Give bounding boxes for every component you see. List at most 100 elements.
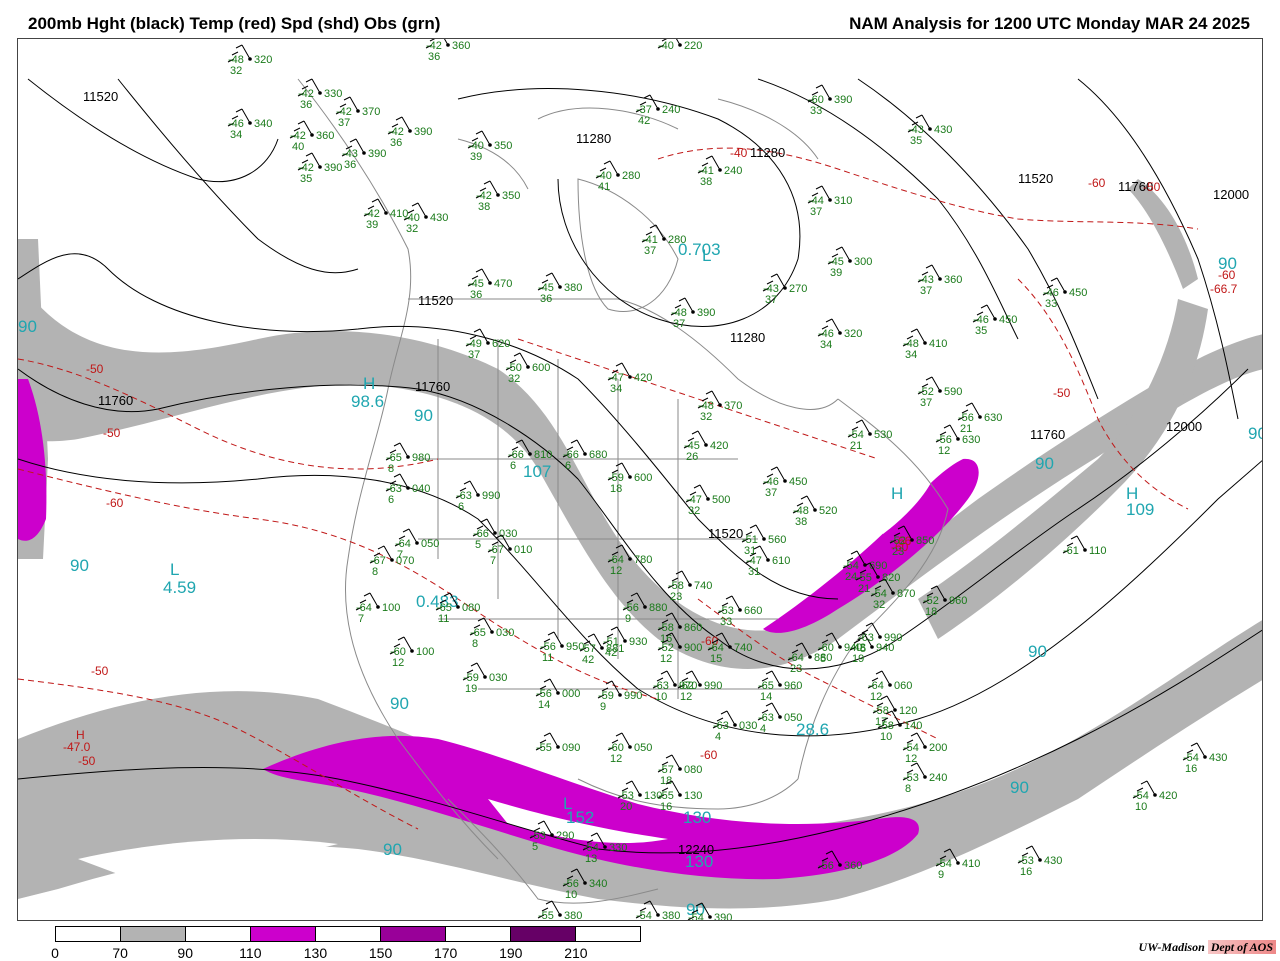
obs-dewpoint-depression: 12 <box>610 753 622 765</box>
obs-height: 960 <box>784 680 802 692</box>
temperature-label: -60 <box>106 496 124 510</box>
obs-dewpoint-depression: 23 <box>670 591 682 603</box>
station-plot: -47 50032 <box>685 484 730 517</box>
obs-dewpoint-depression: 23 <box>892 546 904 558</box>
obs-height: 500 <box>712 494 730 506</box>
obs-height: 960 <box>949 595 967 607</box>
obs-height: 030 <box>739 720 757 732</box>
obs-dewpoint-depression: 38 <box>478 201 490 213</box>
obs-dewpoint-depression: 19 <box>465 683 477 695</box>
obs-height: 310 <box>834 195 852 207</box>
height-label: 11280 <box>750 145 785 160</box>
station-plot: -41 24038 <box>697 155 742 188</box>
station-plot: -57 08018 <box>657 754 702 787</box>
station-plot: -59 60018 <box>607 462 652 495</box>
obs-height: 470 <box>494 278 512 290</box>
obs-height: 530 <box>874 429 892 441</box>
obs-height: 390 <box>414 126 432 138</box>
colorbar-tick-label: 190 <box>499 945 523 961</box>
obs-height: 860 <box>684 622 702 634</box>
station-plot: -37 24042 <box>635 94 680 127</box>
obs-height: 140 <box>904 720 922 732</box>
obs-height: 980 <box>412 452 430 464</box>
obs-dewpoint-depression: 39 <box>830 267 842 279</box>
obs-height: 030 <box>489 672 507 684</box>
station-plot: -46 32034 <box>817 318 862 351</box>
height-label: 11760 <box>1030 427 1065 442</box>
station-plot: -48 32032 <box>227 44 272 77</box>
station-plot: -63 0406 <box>385 473 430 506</box>
obs-height: 360 <box>944 274 962 286</box>
station-plot: -64 06012 <box>867 670 912 703</box>
station-plot: -43 27037 <box>762 273 807 306</box>
credit-label: UW-Madison Dept of AOS <box>1139 940 1276 955</box>
obs-dewpoint-depression: 8 <box>472 638 478 650</box>
colorbar-tick-label: 0 <box>51 945 59 961</box>
colorbar-segment <box>186 927 251 941</box>
obs-dewpoint-depression: 18 <box>610 483 622 495</box>
station-plot: -40 43032 <box>403 202 448 235</box>
obs-height: 040 <box>412 483 430 495</box>
obs-height: 780 <box>634 554 652 566</box>
speed-colorbar <box>55 926 641 942</box>
obs-height: 270 <box>789 283 807 295</box>
obs-height: 560 <box>768 534 786 546</box>
obs-height: 050 <box>634 742 652 754</box>
colorbar-tick-label: 110 <box>239 945 262 961</box>
obs-dewpoint-depression: 5 <box>820 653 826 665</box>
obs-height: 080 <box>684 764 702 776</box>
obs-height: 740 <box>694 580 712 592</box>
obs-height: 370 <box>362 106 380 118</box>
obs-temperature: -40 <box>658 40 674 52</box>
speed-label: 90 <box>1010 778 1029 797</box>
obs-height: 450 <box>999 314 1017 326</box>
speed-label: 130 <box>685 852 713 871</box>
obs-height: 520 <box>819 505 837 517</box>
obs-height: 130 <box>644 790 662 802</box>
station-plot: -42 35038 <box>475 180 520 213</box>
station-plot: -63 0304 <box>712 710 757 743</box>
obs-height: 620 <box>492 338 510 350</box>
height-label: 12000 <box>1213 187 1249 202</box>
obs-height: 060 <box>894 680 912 692</box>
obs-height: 000 <box>562 688 580 700</box>
obs-height: 450 <box>1069 287 1087 299</box>
colorbar-segment <box>121 927 186 941</box>
obs-height: 220 <box>684 40 702 52</box>
obs-height: 340 <box>589 878 607 890</box>
temperature-label: -50 <box>1053 386 1071 400</box>
obs-dewpoint-depression: 37 <box>644 245 656 257</box>
station-plot: -45 30039 <box>827 246 872 279</box>
contour-11760-a <box>18 368 1249 670</box>
obs-height: 600 <box>634 472 652 484</box>
obs-dewpoint-depression: 34 <box>820 339 832 351</box>
obs-dewpoint-depression: 10 <box>655 691 667 703</box>
obs-dewpoint-depression: 7 <box>358 613 364 625</box>
station-plot: -40 220 <box>657 39 702 52</box>
station-plot: -56 95011 <box>539 631 584 664</box>
obs-dewpoint-depression: 21 <box>850 440 862 452</box>
height-label: 11520 <box>83 89 118 104</box>
station-plot: -66 6806 <box>562 439 607 472</box>
obs-dewpoint-depression: 5 <box>475 539 481 551</box>
obs-temperature: -55 <box>536 742 552 754</box>
obs-dewpoint-depression: 16 <box>660 801 672 813</box>
station-plot: -50 60032 <box>505 352 550 385</box>
obs-height: 350 <box>494 140 512 152</box>
speed-label: 90 <box>1248 424 1263 443</box>
temperature-label: -50 <box>103 426 121 440</box>
station-plot: -47 42034 <box>607 362 652 395</box>
obs-height: 370 <box>724 400 742 412</box>
obs-dewpoint-depression: 10 <box>1135 801 1147 813</box>
station-plot: -46 34034 <box>227 108 272 141</box>
obs-height: 320 <box>254 54 272 66</box>
obs-height: 330 <box>324 88 342 100</box>
colorbar-segment <box>56 927 121 941</box>
station-plot: -61 110 <box>1062 535 1107 557</box>
station-plot: -46 45037 <box>762 466 807 499</box>
station-plot: -51 56031 <box>741 524 786 557</box>
colorbar-segment <box>251 927 316 941</box>
obs-dewpoint-depression: 37 <box>810 206 822 218</box>
obs-height: 360 <box>316 130 334 142</box>
station-plot: -60 10012 <box>389 636 434 669</box>
